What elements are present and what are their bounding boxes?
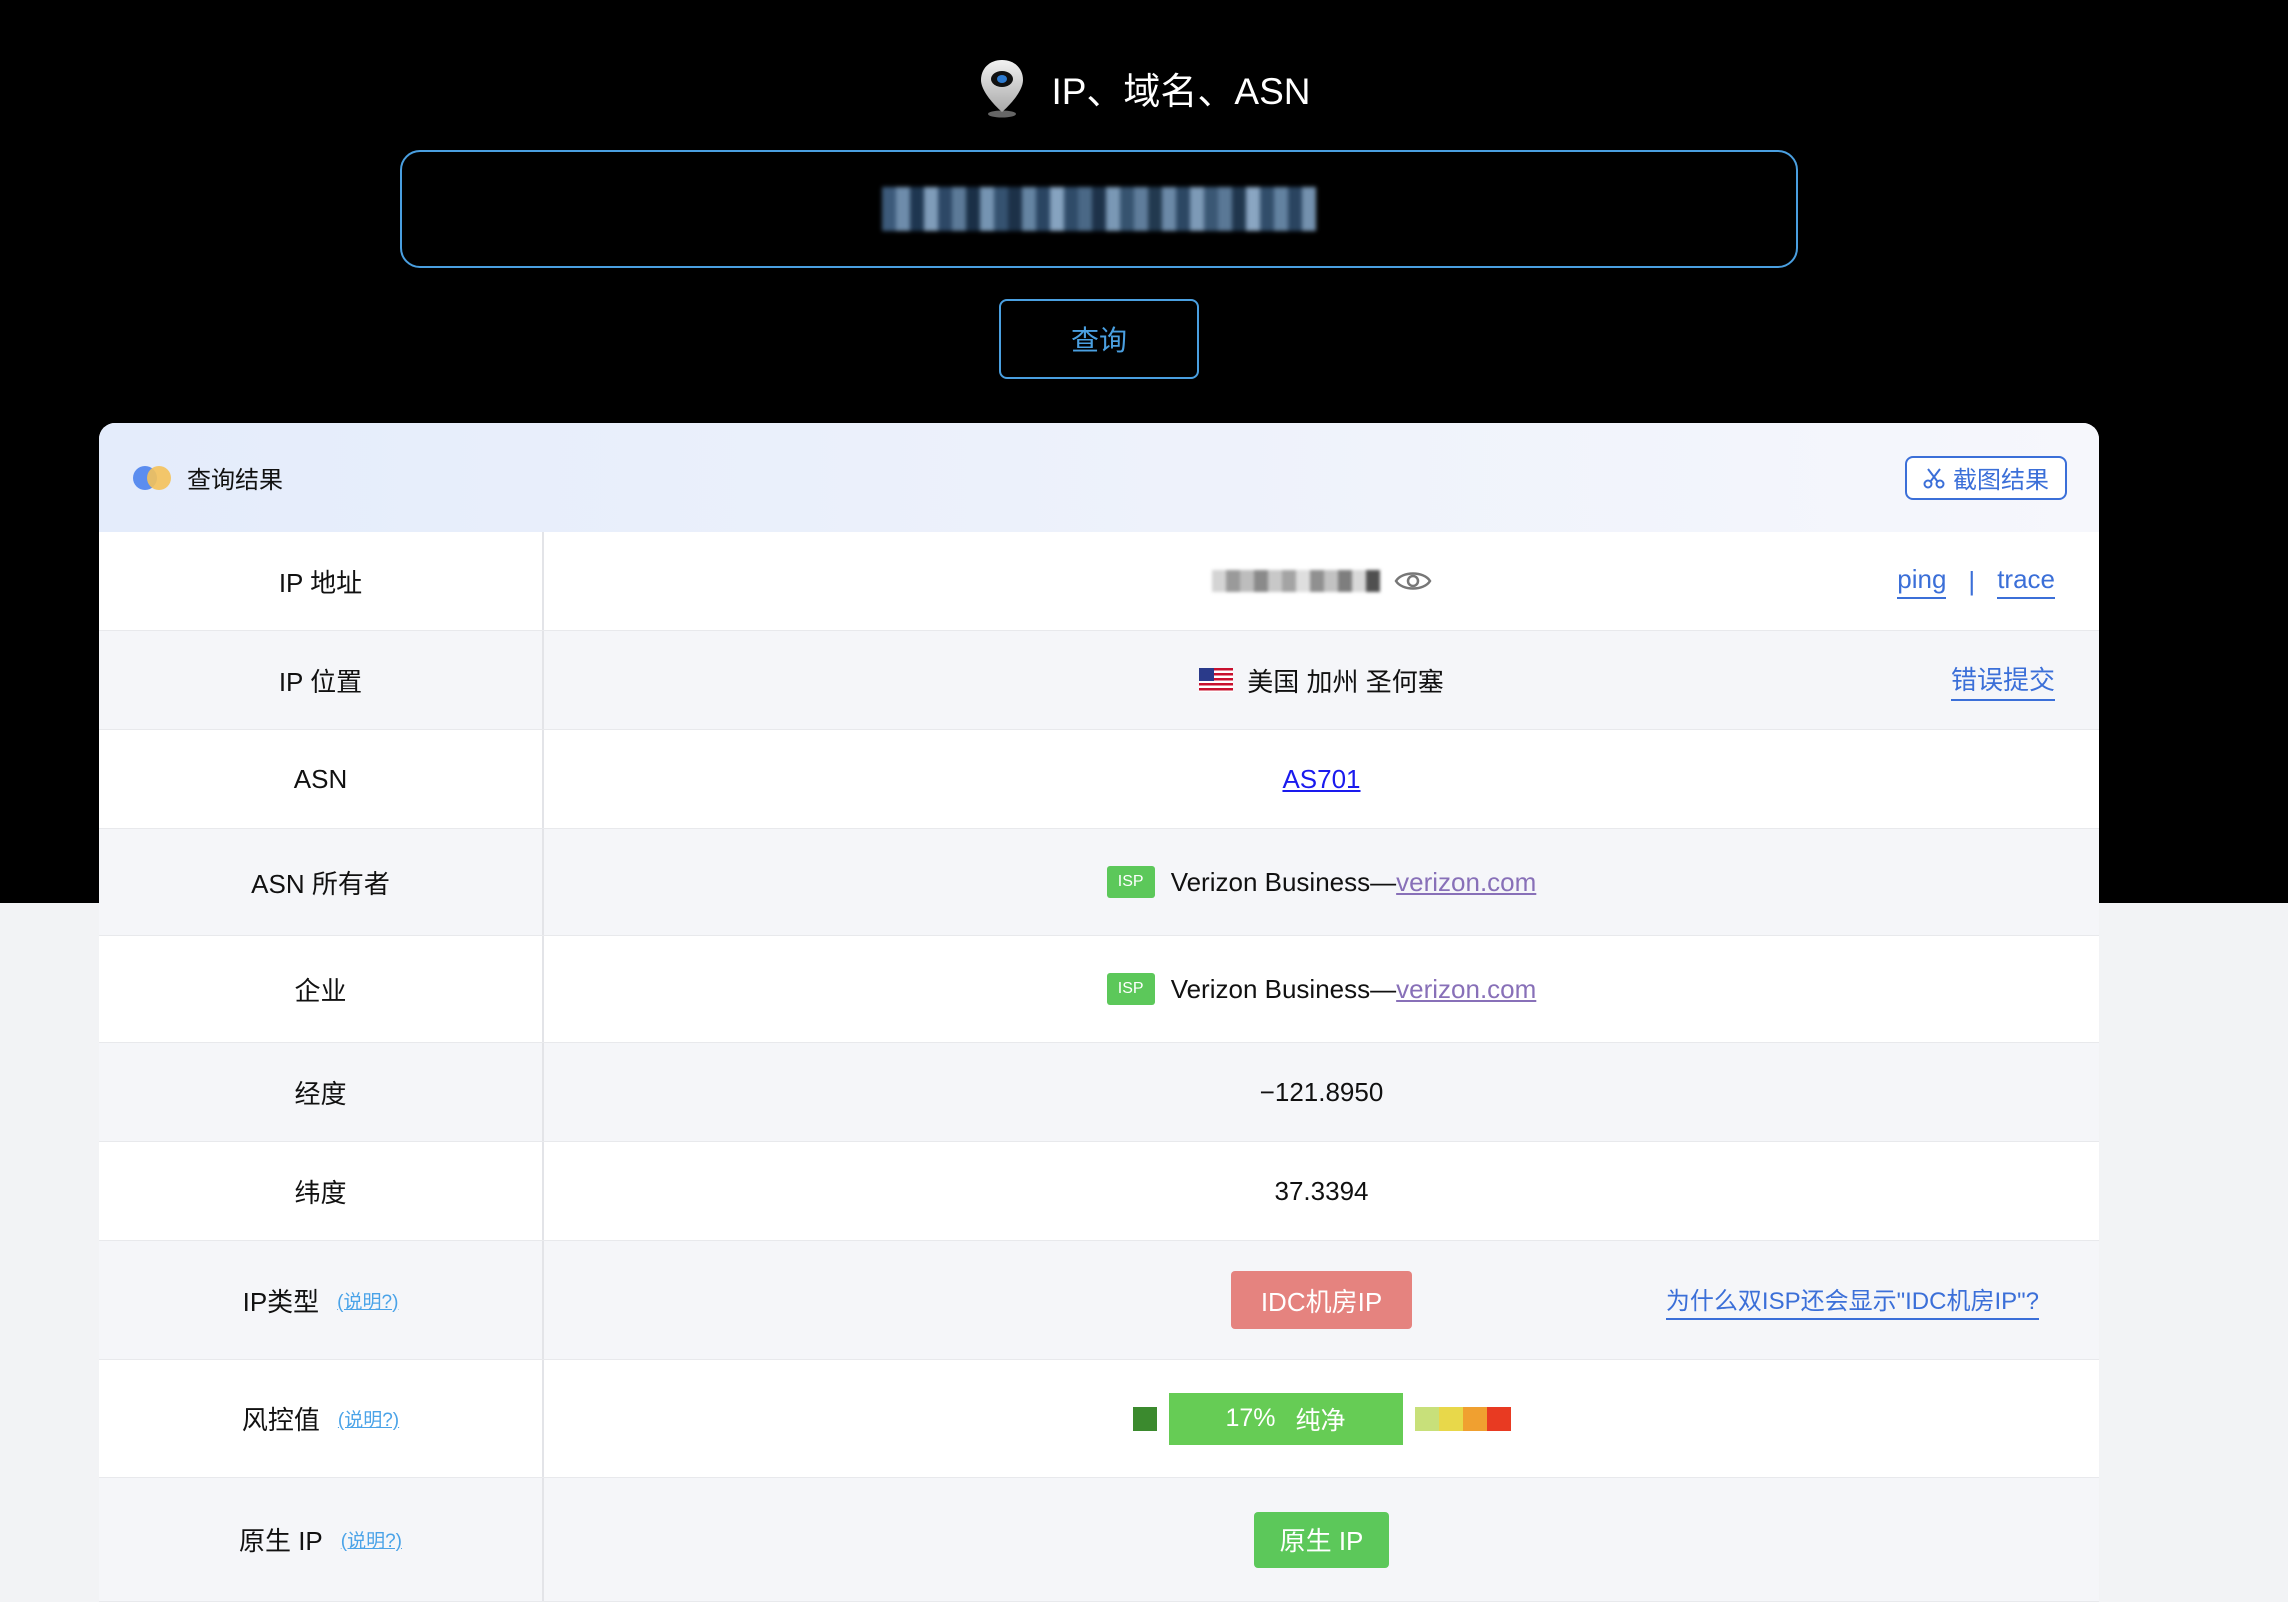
why-idc-link[interactable]: 为什么双ISP还会显示"IDC机房IP"? (1665, 1281, 2039, 1320)
risk-value: 17% 纯净 (544, 1360, 2099, 1477)
row-latitude: 纬度 37.3394 (99, 1142, 2099, 1241)
why-idc-link-wrap: 为什么双ISP还会显示"IDC机房IP"? (1665, 1241, 2039, 1359)
native-ip-value: 原生 IP (544, 1478, 2099, 1601)
row-company: 企业 ISP Verizon Business—verizon.com (99, 936, 2099, 1043)
search-title-text: IP、域名、ASN (1051, 71, 1311, 112)
risk-help-link[interactable]: (说明?) (338, 1405, 399, 1432)
risk-low-indicator (1132, 1406, 1157, 1431)
ip-tools: ping | trace (1897, 532, 2055, 630)
native-ip-help-link[interactable]: (说明?) (341, 1526, 402, 1553)
ping-link[interactable]: ping (1897, 564, 1947, 599)
native-ip-label: 原生 IP (238, 1526, 323, 1556)
asn-owner-name: Verizon Business— (1170, 866, 1397, 897)
scissors-icon (1923, 467, 1945, 488)
asn-owner-value: ISP Verizon Business—verizon.com (544, 829, 2099, 935)
ip-type-label: IP类型 (242, 1286, 320, 1317)
risk-label-cell: 风控值 (说明?) (99, 1360, 544, 1477)
result-dots-icon (133, 465, 171, 490)
company-name: Verizon Business— (1170, 973, 1397, 1004)
latitude-label: 纬度 (99, 1142, 544, 1240)
eye-icon[interactable] (1394, 568, 1432, 594)
search-input[interactable] (400, 150, 1798, 268)
risk-score-bar: 17% 纯净 (1168, 1392, 1403, 1445)
longitude-label: 经度 (99, 1043, 544, 1141)
result-card-header: 查询结果 截图结果 (99, 423, 2099, 532)
ip-location-value: 美国 加州 圣何塞 错误提交 (544, 631, 2099, 729)
row-risk: 风控值 (说明?) 17% 纯净 (99, 1360, 2099, 1478)
result-title: 查询结果 (133, 460, 283, 495)
screenshot-button[interactable]: 截图结果 (1905, 455, 2067, 500)
risk-meter: 17% 纯净 (1132, 1392, 1511, 1445)
ip-type-value: IDC机房IP 为什么双ISP还会显示"IDC机房IP"? (544, 1241, 2099, 1359)
native-ip-badge: 原生 IP (1253, 1511, 1390, 1568)
asn-label: ASN (99, 730, 544, 828)
isp-badge: ISP (1106, 866, 1155, 898)
risk-status: 纯净 (1295, 1406, 1346, 1435)
us-flag-icon (1199, 668, 1234, 692)
location-tools: 错误提交 (1950, 631, 2055, 729)
ip-location-label: IP 位置 (99, 631, 544, 729)
row-ip-type: IP类型 (说明?) IDC机房IP 为什么双ISP还会显示"IDC机房IP"? (99, 1241, 2099, 1360)
query-button[interactable]: 查询 (999, 299, 1199, 379)
redacted-query-value (882, 187, 1316, 231)
ip-address-value: ping | trace (544, 532, 2099, 630)
location-pin-icon (981, 60, 1024, 118)
risk-scale (1414, 1406, 1511, 1431)
native-ip-label-cell: 原生 IP (说明?) (99, 1478, 544, 1601)
latitude-value: 37.3394 (1274, 1175, 1369, 1206)
ip-address-label: IP 地址 (99, 532, 544, 630)
ip-type-label-cell: IP类型 (说明?) (99, 1241, 544, 1359)
row-ip-location: IP 位置 美国 加州 圣何塞 错误提交 (99, 631, 2099, 730)
row-longitude: 经度 −121.8950 (99, 1043, 2099, 1142)
search-heading: IP、域名、ASN (0, 58, 2288, 118)
asn-value: AS701 (544, 730, 2099, 828)
location-text: 美国 加州 圣何塞 (1247, 666, 1444, 697)
result-table: IP 地址 ping | trace IP 位置 美国 加州 圣何塞 错误提交 … (99, 532, 2099, 1602)
result-card: 查询结果 截图结果 IP 地址 ping | trace IP 位置 美国 加州… (99, 423, 2099, 1602)
ip-type-help-link[interactable]: (说明?) (337, 1287, 398, 1314)
trace-link[interactable]: trace (1997, 564, 2055, 599)
company-label: 企业 (99, 936, 544, 1042)
row-asn-owner: ASN 所有者 ISP Verizon Business—verizon.com (99, 829, 2099, 936)
report-error-link[interactable]: 错误提交 (1950, 660, 2055, 701)
row-native-ip: 原生 IP (说明?) 原生 IP (99, 1478, 2099, 1602)
company-value: ISP Verizon Business—verizon.com (544, 936, 2099, 1042)
company-domain-link[interactable]: verizon.com (1396, 974, 1536, 1004)
result-title-text: 查询结果 (187, 467, 283, 494)
risk-label: 风控值 (241, 1405, 320, 1435)
row-asn: ASN AS701 (99, 730, 2099, 829)
isp-badge: ISP (1106, 973, 1155, 1005)
screenshot-button-label: 截图结果 (1953, 467, 2049, 494)
row-ip-address: IP 地址 ping | trace (99, 532, 2099, 631)
risk-percent: 17% (1225, 1404, 1276, 1432)
asn-owner-domain-link[interactable]: verizon.com (1396, 867, 1536, 897)
idc-badge: IDC机房IP (1230, 1271, 1413, 1329)
link-separator: | (1968, 565, 1976, 596)
longitude-value: −121.8950 (1259, 1076, 1384, 1107)
redacted-ip (1211, 570, 1380, 592)
asn-owner-label: ASN 所有者 (99, 829, 544, 935)
asn-link[interactable]: AS701 (1282, 764, 1360, 795)
